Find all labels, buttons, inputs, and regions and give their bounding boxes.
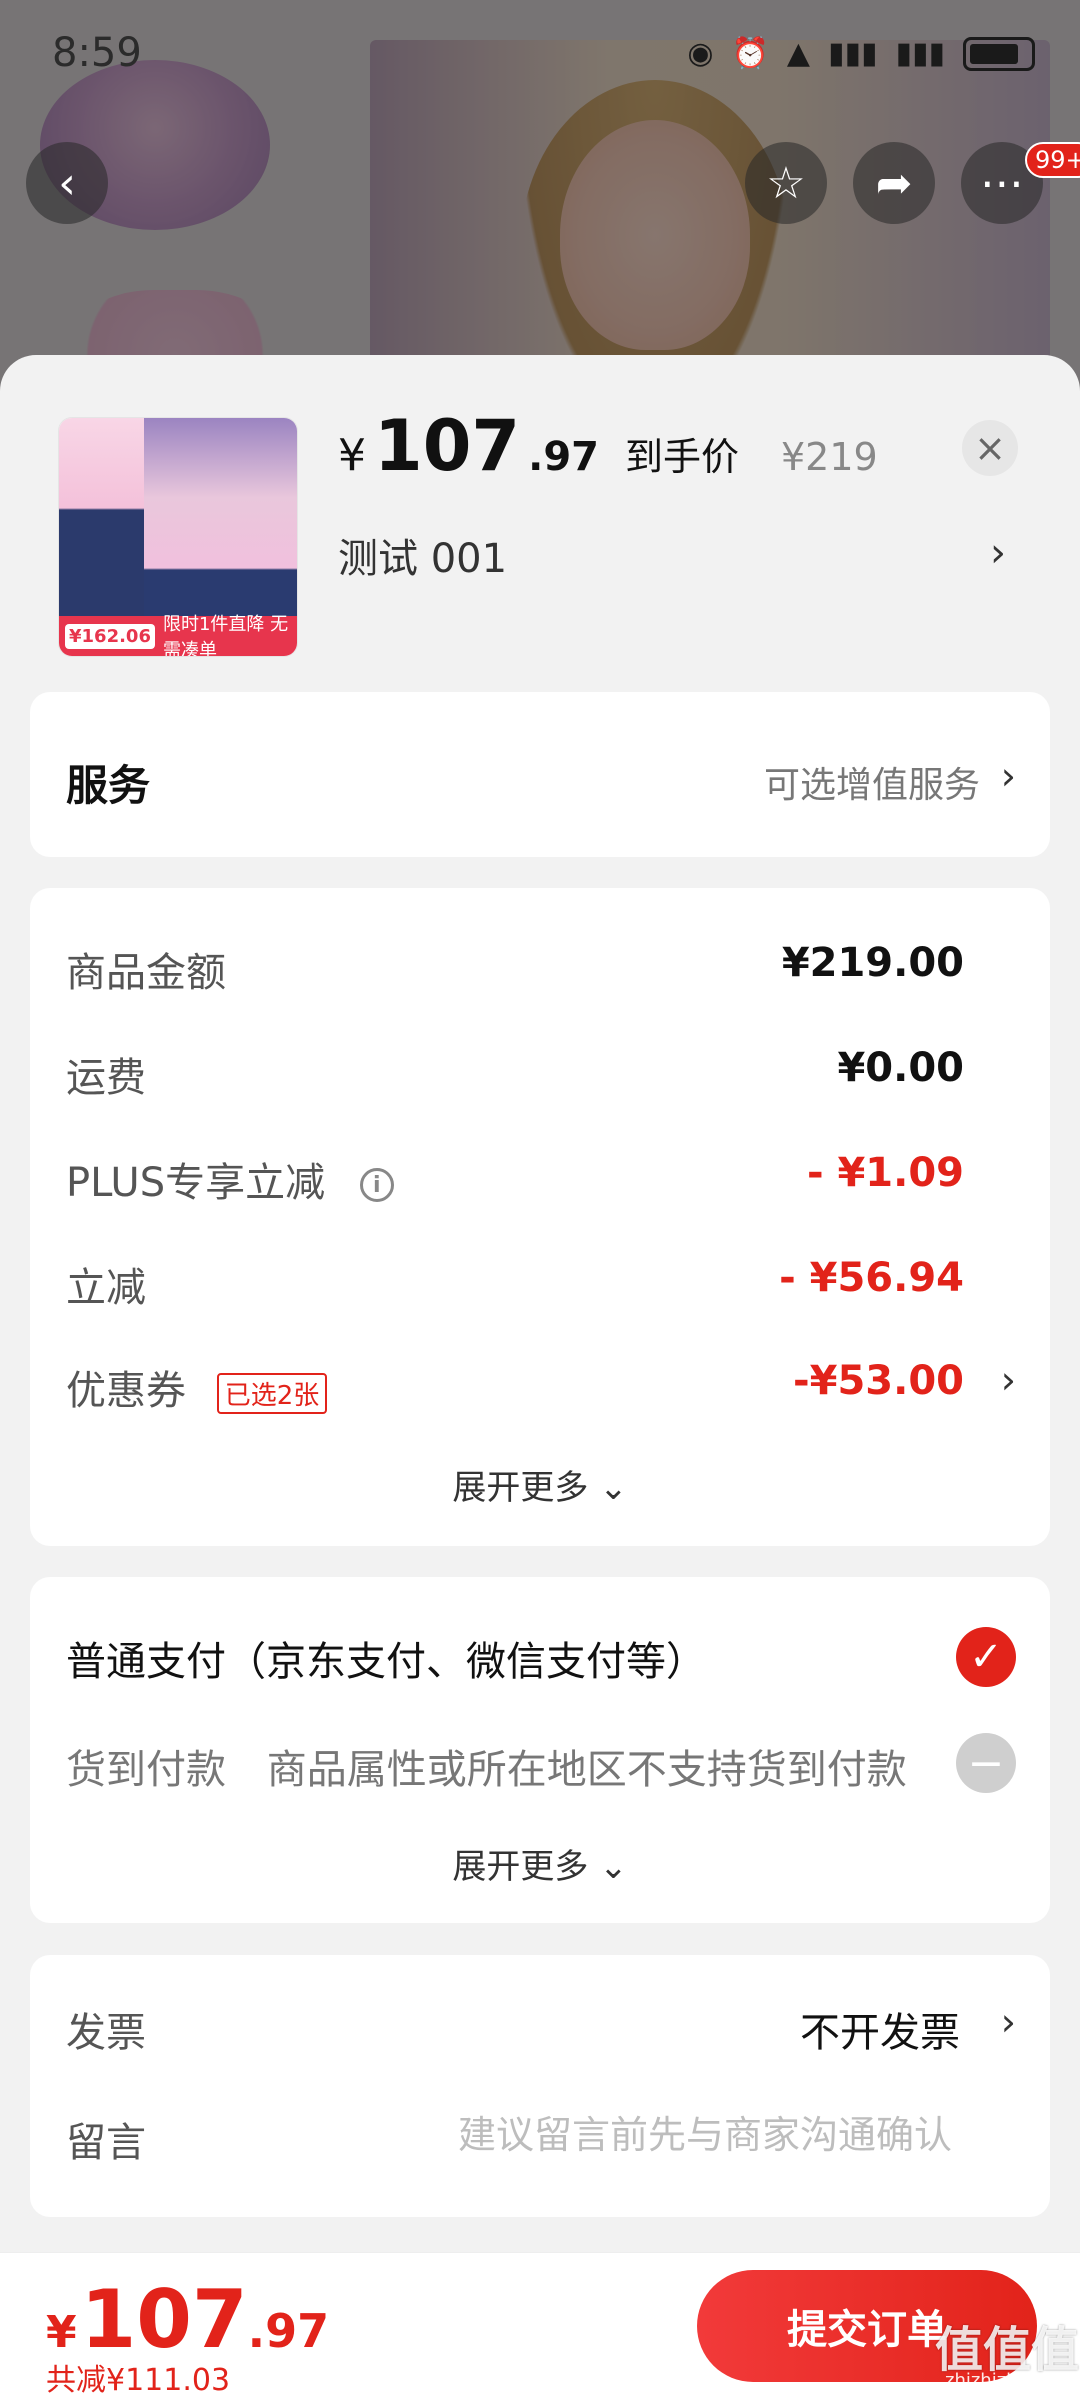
coupon-label-text: 优惠券 — [66, 1368, 186, 1414]
chevron-left-icon: ‹ — [58, 157, 76, 209]
thumb-image-left — [59, 418, 144, 618]
status-icons: ◉ ⏰ ▲ ▮▮▮ ▮▮▮ — [687, 36, 1035, 71]
more-icon: ⋯ — [980, 157, 1024, 209]
price-row-value: -¥53.00 — [793, 1358, 964, 1404]
message-input[interactable] — [394, 2105, 954, 2165]
star-icon: ☆ — [766, 157, 806, 209]
plus-label-text: PLUS专享立减 — [66, 1160, 326, 1206]
original-price: ¥219 — [781, 435, 878, 479]
back-button[interactable]: ‹ — [26, 142, 108, 224]
price-row-value: - ¥1.09 — [806, 1150, 964, 1196]
chevron-right-icon[interactable]: › — [990, 530, 1006, 576]
product-thumbnail[interactable]: ¥162.06 限时1件直降 无需凑单 — [58, 417, 298, 657]
total-symbol: ¥ — [46, 2307, 77, 2358]
alarm-icon: ⏰ — [731, 36, 769, 71]
signal-4g-icon: ▮▮▮ — [827, 36, 878, 71]
chevron-right-icon: › — [1000, 754, 1016, 798]
info-icon[interactable]: i — [359, 1168, 394, 1202]
price-integer: 107 — [374, 405, 521, 487]
share-icon: ➦ — [875, 157, 913, 209]
price-row-label: 运费 — [66, 1055, 146, 1101]
service-title: 服务 — [66, 761, 151, 810]
price-row-coupon[interactable]: 优惠券 已选2张 -¥53.00 › — [66, 1358, 1016, 1418]
total-integer: 107 — [80, 2273, 248, 2366]
invoice-card: 发票 不开发票 › 留言 — [30, 1955, 1050, 2217]
price-row-value: - ¥56.94 — [779, 1255, 964, 1301]
price-row-label: 商品金额 — [66, 950, 226, 996]
price-label: 到手价 — [624, 435, 739, 479]
chevron-right-icon[interactable]: › — [1001, 2000, 1016, 2044]
close-icon: × — [974, 426, 1006, 470]
thumb-price: ¥162.06 — [65, 623, 155, 649]
expand-more-link[interactable]: 展开更多 ⌄ — [30, 1460, 1050, 1509]
cod-description: 商品属性或所在地区不支持货到付款 — [266, 1747, 907, 1793]
price-decimal: .97 — [528, 434, 599, 480]
watermark-text: zhizhizhi.com — [945, 2370, 1067, 2391]
thumb-promo-strip: ¥162.06 限时1件直降 无需凑单 — [59, 614, 297, 656]
signal-4g-icon-2: ▮▮▮ — [895, 36, 945, 71]
invoice-value[interactable]: 不开发票 — [800, 2000, 960, 2058]
disabled-icon: − — [956, 1733, 1016, 1793]
total-price: ¥ 107 .97 — [46, 2273, 329, 2366]
cod-label: 货到付款 — [66, 1747, 226, 1793]
price-row-label: PLUS专享立减 i — [66, 1150, 394, 1208]
payment-option-cod: 货到付款 商品属性或所在地区不支持货到付款 — [66, 1737, 907, 1795]
price-row-shipping: 运费 ¥0.00 — [66, 1045, 1014, 1105]
status-bar: 8:59 ◉ ⏰ ▲ ▮▮▮ ▮▮▮ — [0, 0, 1080, 110]
close-button[interactable]: × — [962, 420, 1018, 476]
payment-card: 普通支付（京东支付、微信支付等） ✓ 货到付款 商品属性或所在地区不支持货到付款… — [30, 1577, 1050, 1923]
chevron-right-icon: › — [1000, 1358, 1016, 1402]
price-row-discount: 立减 - ¥56.94 — [66, 1255, 1014, 1315]
coupon-count-tag: 已选2张 — [216, 1372, 328, 1414]
share-button[interactable]: ➦ — [853, 142, 935, 224]
price-row-value: ¥0.00 — [837, 1045, 964, 1091]
battery-icon — [963, 36, 1035, 71]
wifi-icon: ▲ — [786, 36, 810, 71]
price-row-plus: PLUS专享立减 i - ¥1.09 — [66, 1150, 1014, 1210]
price-symbol: ¥ — [338, 430, 366, 481]
status-time: 8:59 — [52, 30, 142, 76]
more-badge: 99+ — [1025, 142, 1080, 178]
price-details-card: 商品金额 ¥219.00 运费 ¥0.00 PLUS专享立减 i - ¥1.09… — [30, 888, 1050, 1546]
total-decimal: .97 — [247, 2304, 330, 2358]
service-option-text: 可选增值服务 — [763, 765, 980, 806]
thumb-image-right — [144, 418, 297, 618]
total-saved: 共减¥111.03 — [46, 2363, 231, 2398]
eye-icon: ◉ — [687, 36, 714, 71]
bottom-bar: ¥ 107 .97 共减¥111.03 提交订单 — [0, 2252, 1080, 2400]
check-icon[interactable]: ✓ — [956, 1627, 1016, 1687]
favorite-button[interactable]: ☆ — [745, 142, 827, 224]
service-card[interactable]: 服务 可选增值服务 › — [30, 692, 1050, 857]
expand-more-link[interactable]: 展开更多 ⌄ — [30, 1839, 1050, 1888]
product-price: ¥ 107 .97 到手价 ¥219 — [338, 405, 878, 487]
invoice-label: 发票 — [66, 2010, 146, 2056]
price-row-goods: 商品金额 ¥219.00 — [66, 940, 1014, 1000]
variant-selector[interactable]: 测试 001 — [338, 526, 507, 584]
thumb-promo-text: 限时1件直降 无需凑单 — [162, 614, 289, 657]
price-row-label: 立减 — [66, 1265, 146, 1311]
message-label: 留言 — [66, 2120, 146, 2166]
price-row-label: 优惠券 已选2张 — [66, 1358, 328, 1416]
payment-option-normal[interactable]: 普通支付（京东支付、微信支付等） — [66, 1629, 706, 1687]
price-row-value: ¥219.00 — [781, 940, 964, 986]
